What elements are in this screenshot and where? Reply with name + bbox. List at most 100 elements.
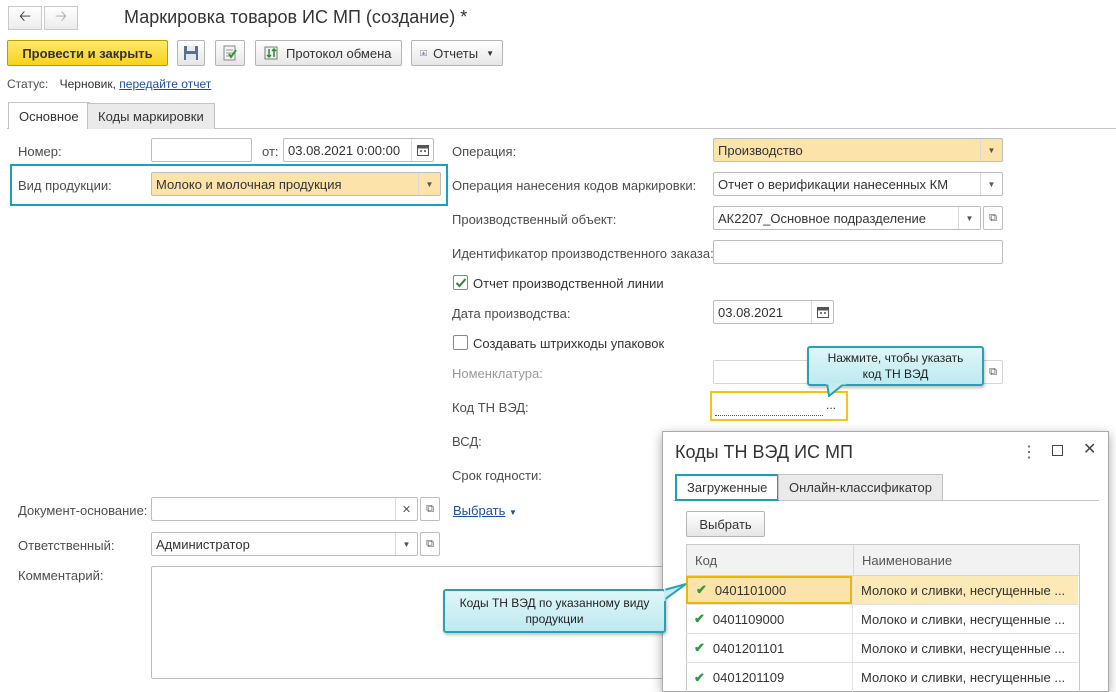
report-icon: [420, 50, 427, 56]
tab-main[interactable]: Основное: [8, 102, 90, 129]
status-check-icon: ✔: [694, 640, 705, 655]
production-object-value: АК2207_Основное подразделение: [718, 210, 926, 226]
calendar-icon[interactable]: [411, 139, 433, 161]
chevron-down-icon[interactable]: ▼: [395, 533, 417, 555]
operation-select[interactable]: Производство ▼: [713, 138, 1003, 162]
name-cell: Молоко и сливки, несгущенные ...: [852, 605, 1078, 633]
operation-label: Операция:: [452, 144, 517, 159]
open-production-object-button[interactable]: ⧉: [983, 206, 1003, 230]
reports-label: Отчеты: [433, 45, 479, 61]
table-row[interactable]: ✔ 0401101000 Молоко и сливки, несгущенны…: [686, 576, 1078, 605]
number-field[interactable]: [151, 138, 252, 162]
base-document-label: Документ-основание:: [18, 503, 148, 518]
page-title: Маркировка товаров ИС МП (создание) *: [124, 7, 468, 27]
order-id-label: Идентификатор производственного заказа:: [452, 246, 714, 261]
responsible-value: Администратор: [156, 536, 250, 552]
clear-icon[interactable]: ✕: [395, 498, 417, 520]
maximize-icon[interactable]: [1052, 445, 1063, 456]
production-object-select[interactable]: АК2207_Основное подразделение ▼: [713, 206, 981, 230]
date-from-label: от:: [262, 144, 279, 159]
send-report-link[interactable]: передайте отчет: [119, 77, 211, 91]
tnved-field[interactable]: [715, 396, 823, 416]
reports-button[interactable]: Отчеты ▼: [411, 40, 503, 66]
dialog-choose-button[interactable]: Выбрать: [686, 511, 765, 537]
table-row[interactable]: ✔ 0401201109 Молоко и сливки, несгущенны…: [686, 663, 1078, 692]
production-date-field[interactable]: 03.08.2021: [713, 300, 834, 324]
more-actions-icon[interactable]: ⋮: [1021, 442, 1037, 462]
choose-base-label: Выбрать: [453, 503, 506, 518]
production-object-label: Производственный объект:: [452, 212, 617, 227]
forward-button[interactable]: 🡢: [44, 6, 78, 30]
chevron-down-icon: ▼: [486, 48, 494, 58]
base-document-field[interactable]: ✕: [151, 497, 418, 521]
open-responsible-button[interactable]: ⧉: [420, 532, 440, 556]
open-window-icon: ⧉: [989, 365, 997, 378]
document-post-icon: [223, 45, 237, 61]
chevron-down-icon[interactable]: ▼: [980, 139, 1002, 161]
product-type-value: Молоко и молочная продукция: [156, 176, 342, 192]
tnved-label: Код ТН ВЭД:: [452, 400, 529, 415]
back-button[interactable]: 🡠: [8, 6, 42, 30]
exchange-arrows-icon: [264, 46, 278, 60]
chevron-down-icon[interactable]: ▼: [980, 173, 1002, 195]
open-window-icon: ⧉: [426, 502, 434, 515]
open-window-icon: ⧉: [989, 211, 997, 224]
post-document-button[interactable]: [215, 40, 245, 66]
shelf-life-label: Срок годности:: [452, 468, 542, 483]
code-cell: ✔ 0401201109: [686, 663, 852, 692]
code-value: 0401201109: [712, 670, 785, 685]
create-barcodes-label: Создавать штрихкоды упаковок: [473, 336, 665, 351]
choose-base-link[interactable]: Выбрать ▼: [453, 503, 517, 518]
save-button[interactable]: [177, 40, 205, 66]
document-date-field[interactable]: 03.08.2021 0:00:00: [283, 138, 434, 162]
create-barcodes-checkbox[interactable]: [453, 335, 468, 350]
chevron-down-icon[interactable]: ▼: [958, 207, 980, 229]
comment-label: Комментарий:: [18, 568, 104, 583]
column-header-code[interactable]: Код: [687, 545, 853, 575]
tnved-callout-pointer: [825, 383, 847, 397]
status-check-icon: ✔: [694, 669, 705, 685]
tab-marking-codes[interactable]: Коды маркировки: [87, 103, 215, 129]
close-icon[interactable]: ✕: [1083, 439, 1096, 459]
product-type-select[interactable]: Молоко и молочная продукция ▼: [151, 172, 441, 196]
name-cell: Молоко и сливки, несгущенные ...: [852, 576, 1078, 604]
code-value: 0401201101: [712, 640, 785, 656]
open-nomenclature-button[interactable]: ⧉: [983, 360, 1003, 384]
open-base-document-button[interactable]: ⧉: [420, 497, 440, 521]
calendar-icon[interactable]: [811, 301, 833, 323]
tab-online-classifier[interactable]: Онлайн-классификатор: [778, 474, 943, 500]
chevron-down-icon: ▼: [509, 508, 517, 517]
exchange-log-button[interactable]: Протокол обмена: [255, 40, 402, 66]
line-report-checkbox[interactable]: [453, 275, 468, 290]
table-row[interactable]: ✔ 0401201101 Молоко и сливки, несгущенны…: [686, 634, 1078, 663]
name-cell: Молоко и сливки, несгущенные ...: [852, 663, 1078, 692]
code-value: 0401101000: [714, 582, 787, 598]
responsible-select[interactable]: Администратор ▼: [151, 532, 418, 556]
arrow-right-icon: 🡢: [54, 7, 68, 25]
tnved-hint-text: Нажмите, чтобы указать код ТН ВЭД: [827, 351, 964, 381]
order-id-field[interactable]: [713, 240, 1003, 264]
status-line: Статус: Черновик, передайте отчет: [7, 77, 211, 91]
product-type-label: Вид продукции:: [18, 178, 112, 193]
status-label: Статус:: [7, 77, 49, 91]
code-cell: ✔ 0401101000: [686, 576, 852, 604]
marking-operation-select[interactable]: Отчет о верификации нанесенных КМ ▼: [713, 172, 1003, 196]
status-value: Черновик,: [59, 77, 116, 91]
table-row[interactable]: ✔ 0401109000 Молоко и сливки, несгущенны…: [686, 605, 1078, 634]
codes-hint-callout: Коды ТН ВЭД по указанному виду продукции: [443, 589, 666, 633]
document-date-value: 03.08.2021 0:00:00: [288, 142, 401, 158]
line-report-label: Отчет производственной линии: [473, 276, 664, 291]
tnved-choose-button[interactable]: ...: [826, 398, 836, 412]
tnved-hint-callout: Нажмите, чтобы указать код ТН ВЭД: [807, 346, 984, 386]
production-date-value: 03.08.2021: [718, 304, 784, 320]
exchange-log-label: Протокол обмена: [286, 45, 392, 61]
marking-operation-value: Отчет о верификации нанесенных КМ: [718, 176, 949, 192]
chevron-down-icon[interactable]: ▼: [418, 173, 440, 195]
post-and-close-button[interactable]: Провести и закрыть: [7, 40, 168, 66]
column-header-name[interactable]: Наименование: [853, 545, 1079, 575]
codes-hint-text: Коды ТН ВЭД по указанному виду продукции: [459, 596, 650, 626]
operation-value: Производство: [718, 142, 803, 158]
arrow-left-icon: 🡠: [18, 7, 32, 25]
open-window-icon: ⧉: [426, 537, 434, 550]
tab-loaded[interactable]: Загруженные: [675, 474, 780, 501]
